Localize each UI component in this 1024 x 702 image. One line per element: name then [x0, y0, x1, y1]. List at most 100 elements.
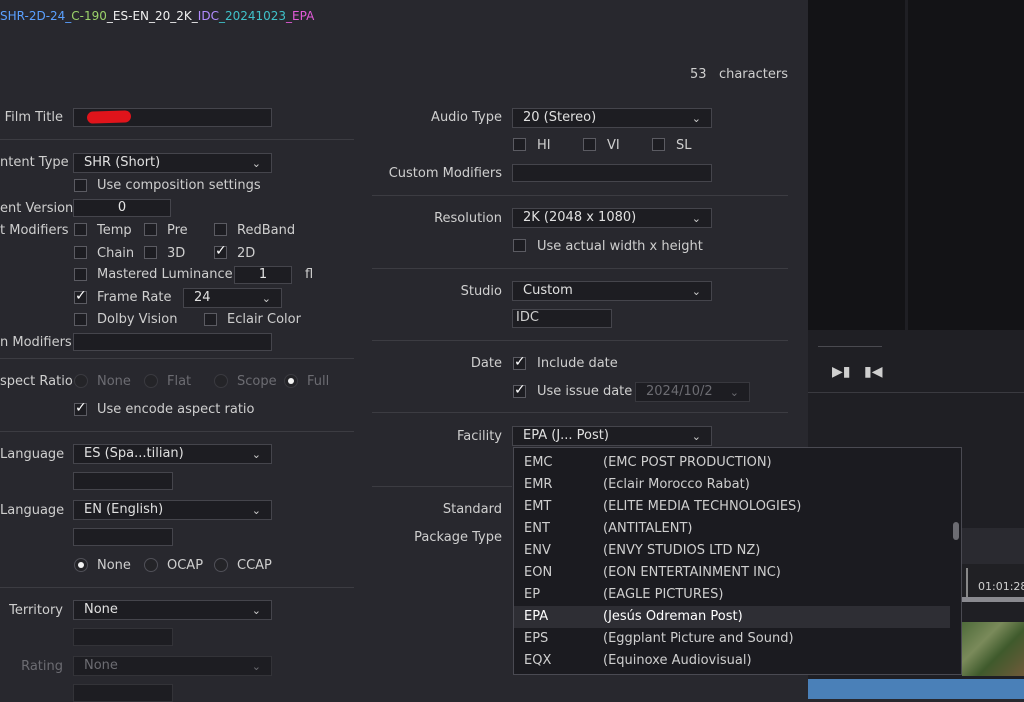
cap-none-label: None: [97, 558, 131, 573]
filename-preview: SHR-2D-24_C-190_ES-EN_20_2K_IDC_20241023…: [0, 9, 314, 23]
dropdown-item-eqx[interactable]: EQX (Equinoxe Audiovisual): [514, 650, 950, 672]
clip-thumbnail[interactable]: [962, 622, 1024, 676]
dropdown-item-epa[interactable]: EPA (Jesús Odreman Post): [514, 606, 950, 628]
content-version-input[interactable]: 0: [73, 199, 171, 217]
timeline-header: [958, 528, 1024, 564]
ar-none-radio[interactable]: [74, 374, 88, 388]
eclair-color-checkbox[interactable]: [204, 313, 217, 326]
dropdown-item-ent[interactable]: ENT (ANTITALENT): [514, 518, 950, 540]
filename-part-lang: _ES-EN_20_2K_: [106, 9, 198, 23]
chain-checkbox[interactable]: [74, 246, 87, 259]
ar-flat-radio[interactable]: [144, 374, 158, 388]
package-type-label: Package Type: [414, 530, 502, 545]
include-date-checkbox[interactable]: [513, 354, 526, 370]
dropdown-item-emc[interactable]: EMC (EMC POST PRODUCTION): [514, 452, 950, 474]
facility-dropdown-list[interactable]: EMC (EMC POST PRODUCTION) EMR (Eclair Moro…: [513, 447, 962, 675]
use-composition-label: Use composition settings: [97, 178, 261, 193]
custom-modifiers-input[interactable]: [512, 164, 712, 182]
clip-bar[interactable]: [808, 679, 1024, 699]
redband-checkbox[interactable]: [214, 223, 227, 236]
use-encode-ar-checkbox[interactable]: [74, 400, 87, 416]
studio-code-input[interactable]: IDC: [512, 309, 612, 328]
chevron-down-icon: ⌄: [261, 292, 271, 305]
last-frame-icon[interactable]: ▮◀: [864, 364, 882, 380]
3d-label: 3D: [167, 246, 186, 261]
mastered-luminance-unit: fl: [305, 267, 314, 282]
content-modifiers-label: t Modifiers: [0, 223, 69, 238]
dropdown-item-env[interactable]: ENV (ENVY STUDIOS LTD NZ): [514, 540, 950, 562]
use-composition-checkbox[interactable]: [74, 179, 87, 192]
ar-scope-radio[interactable]: [214, 374, 228, 388]
audio-language-value: ES (Spa...tilian): [84, 446, 184, 461]
hi-checkbox[interactable]: [513, 138, 526, 151]
frame-rate-select[interactable]: 24 ⌄: [183, 288, 282, 308]
territory-value: None: [84, 602, 118, 617]
rating-extra-input[interactable]: [73, 684, 173, 702]
sl-checkbox[interactable]: [652, 138, 665, 151]
viewer-divider: [818, 346, 882, 347]
audio-language-select[interactable]: ES (Spa...tilian) ⌄: [73, 444, 272, 464]
filename-part-facility: _EPA: [286, 9, 315, 23]
aspect-ratio-label: spect Ratio: [0, 374, 73, 389]
resolution-label: Resolution: [434, 211, 502, 226]
dropdown-item-emt[interactable]: EMT (ELITE MEDIA TECHNOLOGIES): [514, 496, 950, 518]
frame-rate-label: Frame Rate: [97, 290, 172, 305]
dropdown-item-code: EPS: [524, 631, 549, 646]
cap-ocap-radio[interactable]: [144, 558, 158, 572]
content-type-select[interactable]: SHR (Short) ⌄: [73, 153, 272, 173]
3d-checkbox[interactable]: [144, 246, 157, 259]
resolution-select[interactable]: 2K (2048 x 1080) ⌄: [512, 208, 712, 228]
film-title-input[interactable]: [73, 108, 272, 127]
next-frame-icon[interactable]: ▶▮: [832, 364, 850, 380]
use-issue-date-checkbox[interactable]: [513, 382, 526, 398]
mastered-luminance-checkbox[interactable]: [74, 268, 87, 281]
mastered-luminance-input[interactable]: 1: [234, 266, 292, 284]
facility-value: EPA (J... Post): [523, 428, 609, 443]
dropdown-item-ep[interactable]: EP (EAGLE PICTURES): [514, 584, 950, 606]
rating-select[interactable]: None ⌄: [73, 656, 272, 676]
other-modifiers-input[interactable]: [73, 333, 272, 351]
territory-extra-input[interactable]: [73, 628, 173, 646]
cap-none-radio[interactable]: [74, 558, 88, 572]
temp-checkbox[interactable]: [74, 223, 87, 236]
2d-checkbox[interactable]: [214, 243, 227, 259]
audio-type-value: 20 (Stereo): [523, 110, 597, 125]
pre-checkbox[interactable]: [144, 223, 157, 236]
dolby-vision-checkbox[interactable]: [74, 313, 87, 326]
territory-select[interactable]: None ⌄: [73, 600, 272, 620]
ar-scope-label: Scope: [237, 374, 277, 389]
dropdown-item-eon[interactable]: EON (EON ENTERTAINMENT INC): [514, 562, 950, 584]
dropdown-item-code: EPA: [524, 609, 549, 624]
cap-ccap-radio[interactable]: [214, 558, 228, 572]
ar-full-radio[interactable]: [284, 374, 298, 388]
divider: [372, 268, 788, 269]
audio-type-select[interactable]: 20 (Stereo) ⌄: [512, 108, 712, 128]
date-label: Date: [470, 356, 502, 371]
dropdown-item-eps[interactable]: EPS (Eggplant Picture and Sound): [514, 628, 950, 650]
dropdown-item-code: EMC: [524, 455, 553, 470]
vi-checkbox[interactable]: [583, 138, 596, 151]
divider: [0, 358, 354, 359]
frame-rate-value: 24: [194, 290, 211, 305]
subtitle-language-extra-input[interactable]: [73, 528, 173, 546]
issue-date-picker[interactable]: 2024/10/2 ⌄: [635, 382, 750, 402]
dropdown-item-emr[interactable]: EMR (Eclair Morocco Rabat): [514, 474, 950, 496]
dropdown-item-name: (EAGLE PICTURES): [603, 587, 724, 602]
ar-flat-label: Flat: [167, 374, 192, 389]
use-actual-size-checkbox[interactable]: [513, 239, 526, 252]
playhead[interactable]: [966, 568, 968, 598]
vi-label: VI: [607, 138, 620, 153]
subtitle-language-select[interactable]: EN (English) ⌄: [73, 500, 272, 520]
facility-select[interactable]: EPA (J... Post) ⌄: [512, 426, 712, 446]
cap-ocap-label: OCAP: [167, 558, 204, 573]
audio-language-label: Language: [0, 447, 65, 462]
film-title-label: Film Title: [4, 110, 63, 125]
studio-select[interactable]: Custom ⌄: [512, 281, 712, 301]
audio-language-extra-input[interactable]: [73, 472, 173, 490]
frame-rate-checkbox[interactable]: [74, 288, 87, 304]
dropdown-item-code: EON: [524, 565, 553, 580]
dropdown-item-name: (ANTITALENT): [603, 521, 693, 536]
dropdown-scrollbar[interactable]: [953, 522, 959, 540]
custom-modifiers-label: Custom Modifiers: [388, 166, 502, 181]
temp-label: Temp: [97, 223, 132, 238]
